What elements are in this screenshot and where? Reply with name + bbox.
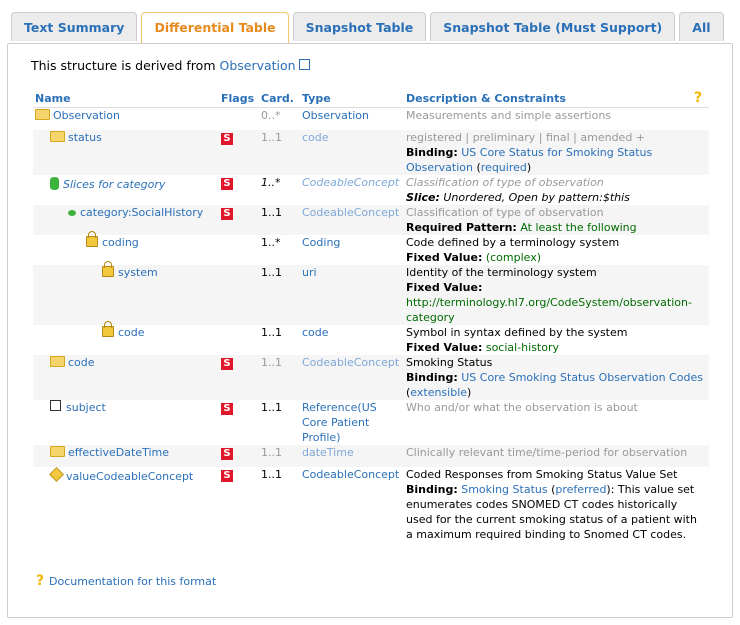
documentation-link-row: ? Documentation for this format [36,573,216,589]
external-link-icon [298,59,310,70]
must-support-flag: S [221,207,233,220]
type-link[interactable]: Observation [302,109,369,122]
type-link[interactable]: Coding [302,236,340,249]
col-desc: Description & Constraints? [404,91,709,108]
element-name[interactable]: valueCodeableConcept [66,470,193,483]
element-name[interactable]: code [68,356,95,369]
table-row: code S 1..1 CodeableConcept Smoking Stat… [33,354,709,400]
binding-link[interactable]: Smoking Status [461,483,547,496]
binding-link[interactable]: US Core Smoking Status Observation Codes [461,371,703,384]
table-row: category:SocialHistory S 1..1 CodeableCo… [33,204,709,235]
observation-link[interactable]: Observation [219,58,295,73]
table-row: Slices for category S 1..* CodeableConce… [33,175,709,205]
must-support-flag: S [221,447,233,460]
slice-element-icon [68,209,76,216]
col-type: Type [302,92,331,105]
folder-icon [50,445,65,457]
must-support-flag: S [221,402,233,415]
tab-all[interactable]: All [679,12,724,41]
fixed-element-icon [86,230,98,247]
element-name[interactable]: system [118,266,158,279]
table-row: system 1..1 uri Identity of the terminol… [33,260,709,325]
col-name: Name [35,92,71,105]
type-link[interactable]: uri [302,266,317,279]
element-name[interactable]: code [118,326,145,339]
must-support-flag: S [221,132,233,145]
table-row: valueCodeableConcept S 1..1 CodeableConc… [33,466,709,542]
help-icon: ? [36,573,45,589]
must-support-flag: S [221,357,233,370]
tab-differential-table[interactable]: Differential Table [141,12,289,44]
strength-link[interactable]: extensible [410,386,467,399]
tab-snapshot-must-support[interactable]: Snapshot Table (Must Support) [430,12,676,41]
element-name[interactable]: effectiveDateTime [68,446,169,459]
tab-snapshot-table[interactable]: Snapshot Table [292,12,427,41]
folder-icon [50,355,65,367]
type-link[interactable]: code [302,326,329,339]
element-name[interactable]: Observation [53,109,120,122]
tab-text-summary[interactable]: Text Summary [11,12,138,41]
col-card: Card. [261,92,294,105]
table-row: Observation 0..* Observation Measurement… [33,108,709,130]
table-row: code 1..1 code Symbol in syntax defined … [33,320,709,355]
must-support-flag: S [221,177,233,190]
documentation-link[interactable]: Documentation for this format [49,575,216,588]
table-row: subject S 1..1 Reference(US Core Patient… [33,399,709,445]
resource-icon [35,109,50,120]
element-name[interactable]: status [68,131,102,144]
element-name[interactable]: Slices for category [63,178,165,191]
fixed-element-icon [102,320,114,337]
col-flags: Flags [221,92,255,105]
structure-table: Name Flags Card. Type Description & Cons… [33,91,709,542]
must-support-flag: S [221,469,233,482]
fixed-element-icon [102,260,114,277]
type-link[interactable]: Reference(US Core Patient Profile) [302,401,377,444]
help-icon[interactable]: ? [694,91,707,106]
strength-link[interactable]: required [481,161,527,174]
strength-link[interactable]: preferred [555,483,606,496]
tab-bar: Text Summary Differential Table Snapshot… [11,12,728,44]
table-row: effectiveDateTime S 1..1 dateTime Clinic… [33,444,709,467]
choice-type-icon [49,466,64,482]
element-name[interactable]: coding [102,236,139,249]
folder-icon [50,130,65,142]
table-row: coding 1..* Coding Code defined by a ter… [33,230,709,265]
derived-from-text: This structure is derived from Observati… [31,58,310,73]
element-name[interactable]: subject [66,401,106,414]
table-header: Name Flags Card. Type Description & Cons… [33,91,709,108]
table-row: status S 1..1 code registered | prelimin… [33,129,709,175]
element-name[interactable]: category:SocialHistory [80,206,203,219]
slice-icon [50,176,59,190]
type-link[interactable]: CodeableConcept [302,468,399,481]
reference-icon [50,399,61,411]
